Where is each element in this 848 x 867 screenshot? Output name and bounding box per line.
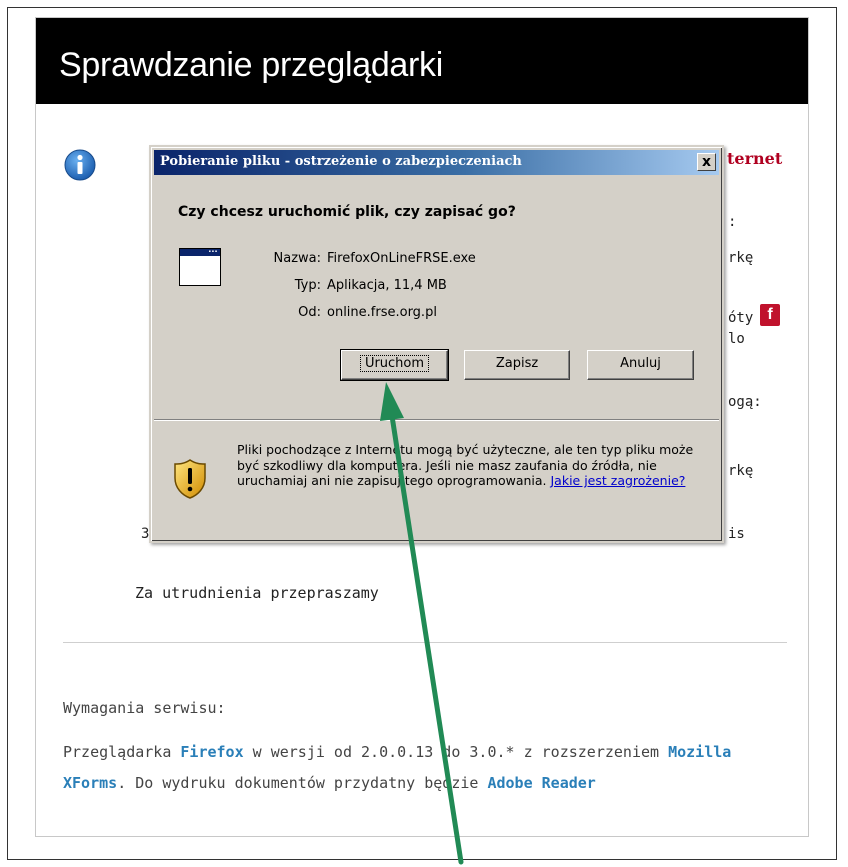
- bg-fragment: is: [728, 526, 745, 542]
- risk-info-link[interactable]: Jakie jest zagrożenie?: [550, 473, 685, 488]
- security-shield-icon: [174, 459, 206, 499]
- bg-fragment: lo: [728, 331, 745, 347]
- file-source-value: online.frse.org.pl: [327, 305, 437, 320]
- bg-fragment: ogą:: [728, 394, 762, 410]
- requirements-text-part: Przeglądarka: [63, 743, 181, 761]
- page-header: Sprawdzanie przeglądarki: [36, 18, 808, 104]
- info-icon: [64, 149, 96, 181]
- dialog-question: Czy chcesz uruchomić plik, czy zapisać g…: [178, 204, 516, 220]
- facebook-icon[interactable]: f: [760, 304, 780, 326]
- adobe-reader-link[interactable]: Adobe Reader: [487, 774, 595, 792]
- field-label-from: Od:: [298, 305, 321, 320]
- divider: [63, 642, 787, 643]
- field-label-type: Typ:: [294, 278, 321, 293]
- file-name-value: FirefoxOnLineFRSE.exe: [327, 251, 476, 266]
- requirements-text-part: w wersji od 2.0.0.13 do 3.0.* z rozszerz…: [243, 743, 669, 761]
- file-download-security-dialog: Pobieranie pliku - ostrzeżenie o zabezpi…: [149, 145, 724, 543]
- bg-fragment: óty: [728, 310, 754, 326]
- file-type-value: Aplikacja, 11,4 MB: [327, 278, 447, 293]
- field-label-name: Nazwa:: [273, 251, 322, 266]
- firefox-link[interactable]: Firefox: [180, 743, 243, 761]
- dialog-separator: [154, 419, 719, 421]
- requirements-heading: Wymagania serwisu:: [63, 699, 226, 717]
- application-window-icon: ▪▪▪: [179, 248, 221, 286]
- requirements-text: Przeglądarka Firefox w wersji od 2.0.0.1…: [63, 737, 793, 799]
- dialog-title: Pobieranie pliku - ostrzeżenie o zabezpi…: [160, 154, 522, 169]
- bg-fragment: rkę: [728, 463, 754, 479]
- requirements-text-part: . Do wydruku dokumentów przydatny będzie: [117, 774, 488, 792]
- close-button[interactable]: x: [697, 153, 716, 171]
- cancel-button[interactable]: Anuluj: [587, 350, 694, 380]
- dialog-titlebar[interactable]: Pobieranie pliku - ostrzeżenie o zabezpi…: [154, 150, 719, 175]
- bg-fragment: rkę: [728, 250, 754, 266]
- page-title: Sprawdzanie przeglądarki: [59, 46, 444, 84]
- security-warning-text: Pliki pochodzące z Internetu mogą być uż…: [237, 442, 695, 489]
- run-button-label: Uruchom: [359, 355, 430, 372]
- bg-fragment: :: [728, 214, 737, 230]
- partial-heading-text: ternet: [727, 149, 783, 168]
- run-button[interactable]: Uruchom: [340, 349, 449, 381]
- apology-text: Za utrudnienia przepraszamy: [135, 584, 379, 602]
- save-button[interactable]: Zapisz: [464, 350, 570, 380]
